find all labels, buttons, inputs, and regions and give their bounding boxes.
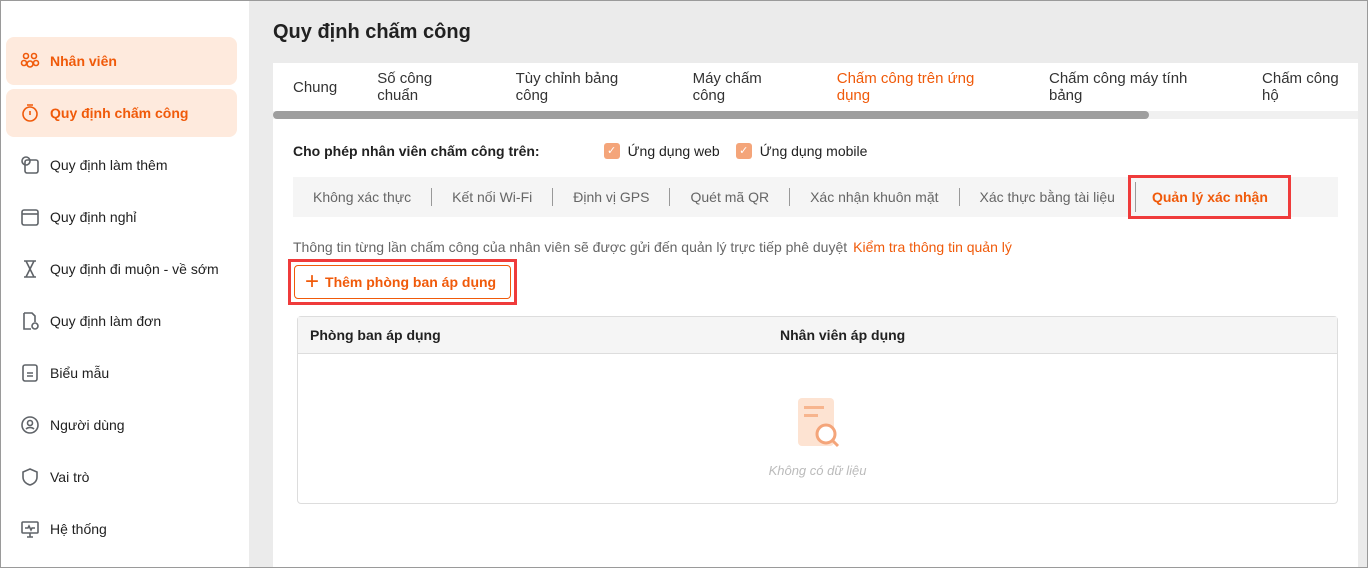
sidebar: Nhân viên Quy định chấm công Quy định làm … [0, 0, 249, 568]
checkbox-web[interactable]: ✓ Ứng dụng web [603, 143, 720, 159]
sidebar-item[interactable]: Quy định nghỉ [6, 193, 237, 241]
info-text: Thông tin từng lần chấm công của nhân vi… [293, 239, 848, 255]
sidebar-item[interactable]: Người dùng [6, 401, 237, 449]
users-icon [20, 52, 40, 68]
verification-tabs: Không xác thực Kết nối Wi-Fi Định vị GPS Qu… [293, 175, 1338, 219]
tab[interactable]: Chấm công trên ứng dụng [837, 70, 1009, 104]
sidebar-item-label: Người dùng [50, 417, 125, 433]
sidebar-item-label: Quy định làm thêm [50, 157, 168, 173]
tab[interactable]: Chấm công máy tính bảng [1049, 70, 1222, 104]
empty-text: Không có dữ liệu [768, 463, 867, 478]
calendar-icon [21, 209, 39, 226]
sidebar-item-label: Vai trò [50, 469, 90, 485]
check-icon: ✓ [735, 143, 752, 159]
sidebar-item-label: Quy định đi muộn - về sớm [50, 261, 219, 277]
monitor-icon [21, 521, 39, 538]
user-circle-icon [21, 416, 39, 434]
sidebar-item[interactable]: Nhân viên [6, 37, 237, 85]
tab[interactable]: Chung [293, 79, 337, 96]
checkbox-mobile[interactable]: ✓ Ứng dụng mobile [735, 143, 868, 159]
main: Quy định chấm công Chung Số công chuẩn Tùy… [249, 0, 1368, 568]
tab[interactable]: Số công chuẩn [377, 70, 475, 104]
settings-card: Chung Số công chuẩn Tùy chỉnh bảng công Máy… [273, 63, 1358, 568]
department-table: Phòng ban áp dụng Nhân viên áp dụng Khôn… [297, 316, 1338, 504]
sidebar-item[interactable]: Quy định đi muộn - về sớm [6, 245, 237, 293]
tabs-scrollbar[interactable] [273, 111, 1358, 119]
checkbox-label: Ứng dụng web [627, 143, 720, 159]
sidebar-item-label: Quy định làm đơn [50, 313, 162, 329]
sidebar-item-label: Hệ thống [50, 521, 107, 537]
document-clock-icon [23, 312, 39, 330]
verification-tab[interactable]: Không xác thực [313, 188, 431, 206]
hourglass-icon [24, 260, 36, 278]
verification-tab[interactable]: Quản lý xác nhận [1127, 175, 1291, 219]
empty-document-icon [797, 398, 839, 448]
tab[interactable]: Chấm công hộ [1262, 70, 1358, 104]
form-icon [22, 364, 38, 382]
tab[interactable]: Tùy chỉnh bảng công [516, 70, 653, 104]
check-icon: ✓ [603, 143, 620, 159]
verification-tab[interactable]: Xác nhận khuôn mặt [789, 188, 958, 206]
page-title: Quy định chấm công [273, 21, 471, 43]
column-header: Nhân viên áp dụng [780, 327, 906, 343]
column-header: Phòng ban áp dụng [310, 327, 441, 343]
tab[interactable]: Máy chấm công [693, 70, 797, 104]
add-department-button[interactable]: + Thêm phòng ban áp dụng [294, 265, 512, 299]
info-row: Thông tin từng lần chấm công của nhân vi… [293, 239, 1338, 255]
shield-icon [22, 468, 38, 486]
sidebar-item[interactable]: Quy định làm thêm [6, 141, 237, 189]
sidebar-item[interactable]: Biểu mẫu [6, 349, 237, 397]
button-label: Thêm phòng ban áp dụng [325, 274, 497, 290]
sidebar-item[interactable]: Vai trò [6, 453, 237, 501]
plus-icon: + [305, 268, 320, 295]
checkbox-label: Ứng dụng mobile [759, 143, 868, 159]
allow-row: Cho phép nhân viên chấm công trên: ✓ Ứng … [293, 143, 1338, 159]
sidebar-item-label: Nhân viên [50, 53, 117, 69]
sidebar-item-label: Quy định nghỉ [50, 209, 137, 225]
sidebar-item[interactable]: Quy định chấm công [6, 89, 237, 137]
clock-calendar-icon [21, 156, 39, 174]
allow-label: Cho phép nhân viên chấm công trên: [293, 143, 540, 159]
tabs: Chung Số công chuẩn Tùy chỉnh bảng công Máy… [273, 63, 1358, 111]
table-header: Phòng ban áp dụng Nhân viên áp dụng [298, 317, 1337, 354]
sidebar-item-label: Quy định chấm công [50, 105, 189, 121]
verification-tab[interactable]: Quét mã QR [669, 188, 789, 206]
verification-tab[interactable]: Kết nối Wi-Fi [431, 188, 552, 206]
verification-tab[interactable]: Định vị GPS [552, 188, 669, 206]
empty-state: Không có dữ liệu [298, 394, 1337, 478]
sidebar-item-label: Biểu mẫu [50, 365, 110, 381]
verification-tab[interactable]: Xác thực bằng tài liệu [958, 188, 1135, 206]
sidebar-item[interactable]: Hệ thống [6, 505, 237, 553]
add-highlight: + Thêm phòng ban áp dụng [288, 259, 518, 305]
sidebar-item[interactable]: Quy định làm đơn [6, 297, 237, 345]
check-manager-link[interactable]: Kiểm tra thông tin quản lý [853, 239, 1012, 255]
stopwatch-icon [22, 104, 38, 122]
